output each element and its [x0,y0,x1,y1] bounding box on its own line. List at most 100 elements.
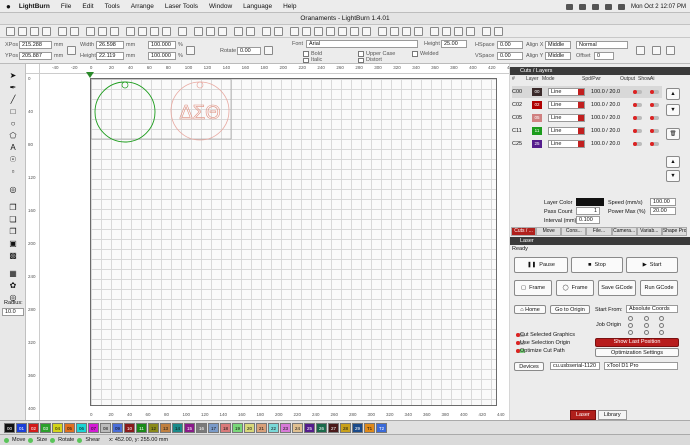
radius-field[interactable]: 10.0 [2,308,24,316]
grid-array-icon[interactable]: ▦ [8,268,18,278]
text-height-field[interactable]: 25.00 [441,40,467,48]
search-icon[interactable] [617,3,625,10]
devices-button[interactable]: Devices [514,362,544,371]
text-mode-select[interactable]: Normal [576,41,628,49]
palette-swatch-24[interactable]: 24 [292,422,303,433]
tab-camera[interactable]: Camera... [611,227,637,236]
circular-array-icon[interactable]: ✿ [8,280,18,290]
zoom-out-icon[interactable] [150,27,159,36]
open-icon[interactable] [6,27,15,36]
menu-app[interactable]: LightBurn [19,3,50,10]
layer-swatch[interactable]: 11 [532,127,542,135]
origin-radio[interactable] [628,316,633,321]
show-toggle[interactable] [650,90,659,94]
device-icon[interactable] [218,27,227,36]
position-laser-icon[interactable]: ☉ [8,154,18,164]
origin-radio[interactable] [643,330,649,335]
show-last-position-button[interactable]: Show Last Position [595,338,679,347]
layer-swatch[interactable]: 05 [532,114,542,122]
palette-swatch-08[interactable]: 08 [100,422,111,433]
ornament-circle[interactable] [94,81,156,143]
job-origin-grid[interactable] [628,316,674,336]
make-same-height-icon[interactable] [414,27,423,36]
scale-width-field[interactable]: 100.000 [148,41,176,49]
group-icon[interactable] [234,27,243,36]
palette-swatch-14[interactable]: 14 [172,422,183,433]
port-select[interactable]: cu.usbserial-1120 [550,362,600,370]
boolean-union-icon[interactable]: ❏ [8,214,18,224]
origin-radio[interactable] [659,330,665,335]
palette-swatch-00[interactable]: 00 [4,422,15,433]
cut-icon[interactable] [86,27,95,36]
palette-swatch-03[interactable]: 03 [40,422,51,433]
palette-swatch-21[interactable]: 21 [256,422,267,433]
show-toggle[interactable] [650,103,659,107]
palette-swatch-17[interactable]: 17 [208,422,219,433]
line-icon[interactable]: ╱ [8,94,18,104]
italic-checkbox[interactable] [303,58,309,63]
run-gcode-button[interactable]: Run GCode [640,280,678,296]
xpos-field[interactable]: 215.288 [19,41,52,49]
width-field[interactable]: 26.598 [96,41,124,49]
size-mode[interactable]: Size [36,437,47,443]
show-toggle[interactable] [650,116,659,120]
stop-button[interactable]: ■ Stop [571,257,623,273]
layer-swatch[interactable]: 02 [532,101,542,109]
menu-laser-tools[interactable]: Laser Tools [165,3,198,10]
menu-tools[interactable]: Tools [105,3,120,10]
tab-laser[interactable]: Laser [570,410,596,420]
delete-layer-button[interactable]: 🗑 [666,128,680,140]
power-max-field[interactable]: 20.00 [650,207,676,215]
cut-layer-row[interactable]: C00 00 Line 100.0 / 20.0 [512,86,662,98]
copy-icon[interactable] [98,27,107,36]
move-icon[interactable] [126,27,135,36]
layer-swatch[interactable]: 00 [532,88,542,96]
wifi-icon[interactable] [604,3,612,10]
tab-library[interactable]: Library [597,410,627,420]
align-vcenter-icon[interactable] [350,27,359,36]
add-icon[interactable] [652,46,661,55]
select-icon[interactable]: ➤ [8,70,18,80]
boolean-intersect-icon[interactable]: ▣ [8,238,18,248]
hspace-field[interactable]: 0.00 [497,41,523,49]
palette-swatch-T2[interactable]: T2 [376,422,387,433]
save-gcode-button[interactable]: Save GCode [598,280,636,296]
rotate-icon[interactable] [264,46,273,55]
output-toggle[interactable] [633,142,642,146]
menu-help[interactable]: Help [283,3,296,10]
palette-swatch-27[interactable]: 27 [328,422,339,433]
palette-swatch-28[interactable]: 28 [340,422,351,433]
polygon-icon[interactable]: ⬠ [8,130,18,140]
upper-case-checkbox[interactable] [358,51,364,57]
speed-field[interactable]: 100.00 [650,198,676,206]
tab-variables[interactable]: Variab... [636,227,662,236]
move-upper-left-icon[interactable] [466,27,475,36]
offset-field[interactable]: 0 [594,52,614,60]
tab-console[interactable]: Cons... [561,227,587,236]
start-from-select[interactable]: Absolute Coords [626,305,678,313]
origin-radio[interactable] [659,323,665,328]
menu-edit[interactable]: Edit [82,3,93,10]
clock[interactable]: Mon Oct 2 12:07 PM [631,4,686,10]
interval-field[interactable]: 0.100 [576,216,600,224]
tab-cuts-layers[interactable]: Cuts / ... [511,227,537,236]
palette-swatch-10[interactable]: 10 [124,422,135,433]
output-toggle[interactable] [633,103,642,107]
optimization-settings-button[interactable]: Optimization Settings [595,348,679,357]
palette-swatch-20[interactable]: 20 [244,422,255,433]
work-area-grid[interactable]: ΔΣΘ [90,78,497,406]
origin-grid-icon[interactable] [67,46,76,55]
palette-swatch-29[interactable]: 29 [352,422,363,433]
tab-shape-properties[interactable]: Shape Pro... [661,227,687,236]
make-same-width-icon[interactable] [402,27,411,36]
rotate-field[interactable]: 0.00 [237,47,261,55]
apple-icon[interactable]: ● [6,2,11,11]
greek-letters-text[interactable]: ΔΣΘ [179,102,221,125]
origin-radio[interactable] [643,323,649,328]
text-settings-icon[interactable] [636,46,645,55]
origin-radio[interactable] [628,330,633,335]
zoom-fit-icon[interactable] [162,27,171,36]
move-layer-up-button[interactable]: ▲ [666,88,680,100]
distribute-v-icon[interactable] [390,27,399,36]
palette-swatch-26[interactable]: 26 [316,422,327,433]
